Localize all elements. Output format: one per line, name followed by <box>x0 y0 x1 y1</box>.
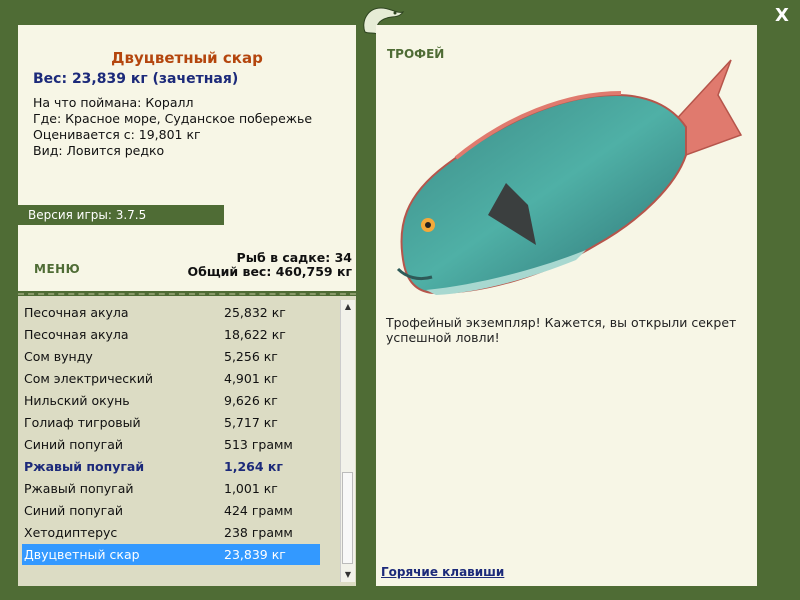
list-scrollbar[interactable]: ▲ ▼ <box>340 300 355 582</box>
fish-weight-value: 1,264 кг <box>224 459 283 474</box>
fish-weight-value: 4,901 кг <box>224 371 278 386</box>
fish-weight-value: 1,001 кг <box>224 481 278 496</box>
fish-title: Двуцветный скар <box>111 49 263 67</box>
menu-button[interactable]: МЕНЮ <box>34 262 80 276</box>
trophy-panel: ТРОФЕЙ Трофейный экземпляр! Кажется, вы … <box>376 25 757 586</box>
fish-name: Синий попугай <box>24 503 123 518</box>
list-item[interactable]: Ржавый попугай 1,001 кг <box>22 478 320 499</box>
scroll-down-icon[interactable]: ▼ <box>341 568 355 582</box>
fish-name: Нильский окунь <box>24 393 130 408</box>
trophy-description: Трофейный экземпляр! Кажется, вы открыли… <box>386 315 737 345</box>
list-item[interactable]: Голиаф тигровый 5,717 кг <box>22 412 320 433</box>
fish-name: Синий попугай <box>24 437 123 452</box>
fish-weight-value: 25,832 кг <box>224 305 286 320</box>
fish-weight-value: 424 грамм <box>224 503 293 518</box>
total-weight: Общий вес: 460,759 кг <box>187 264 353 279</box>
list-item[interactable]: Нильский окунь 9,626 кг <box>22 390 320 411</box>
list-item[interactable]: Песочная акула 18,622 кг <box>22 324 320 345</box>
fish-name: Сом вунду <box>24 349 93 364</box>
fish-bait: На что поймана: Коралл <box>33 95 194 110</box>
fish-info-panel: Двуцветный скар Вес: 23,839 кг (зачетная… <box>18 25 356 295</box>
scroll-up-icon[interactable]: ▲ <box>341 300 355 314</box>
list-item[interactable]: Двуцветный скар 23,839 кг <box>22 544 320 565</box>
fish-name: Песочная акула <box>24 327 129 342</box>
fish-name: Песочная акула <box>24 305 129 320</box>
fish-weight-value: 18,622 кг <box>224 327 286 342</box>
fish-weight-value: 5,717 кг <box>224 415 278 430</box>
fish-weight-value: 513 грамм <box>224 437 293 452</box>
list-item[interactable]: Сом электрический 4,901 кг <box>22 368 320 389</box>
list-item[interactable]: Хетодиптерус 238 грамм <box>22 522 320 543</box>
list-item[interactable]: Ржавый попугай 1,264 кг <box>22 456 320 477</box>
game-window: X Двуцветный скар Вес: 23,839 кг (зачетн… <box>0 0 800 600</box>
list-item[interactable]: Синий попугай 513 грамм <box>22 434 320 455</box>
fish-weight-value: 9,626 кг <box>224 393 278 408</box>
keepnet-stats: Рыб в садке: 34 Общий вес: 460,759 кг <box>188 251 353 279</box>
fish-name: Ржавый попугай <box>24 459 145 474</box>
fish-weight-value: 5,256 кг <box>224 349 278 364</box>
fish-name: Голиаф тигровый <box>24 415 141 430</box>
fish-place: Где: Красное море, Суданское побережье <box>33 111 313 126</box>
list-item[interactable]: Сом вунду 5,256 кг <box>22 346 320 367</box>
catch-list: Песочная акула 25,832 кг Песочная акула 18,… <box>18 296 356 586</box>
fish-weight-value: 238 грамм <box>224 525 293 540</box>
fish-weight-value: 23,839 кг <box>224 547 286 562</box>
divider <box>18 293 356 295</box>
fish-count: Рыб в садке: 34 <box>236 250 352 265</box>
close-button[interactable]: X <box>772 6 792 26</box>
fish-valued-from: Оценивается с: 19,801 кг <box>33 127 201 142</box>
fish-name: Хетодиптерус <box>24 525 118 540</box>
hotkeys-link[interactable]: Горячие клавиши <box>381 565 504 579</box>
fish-kind: Вид: Ловится редко <box>33 143 165 158</box>
fish-image <box>396 59 743 295</box>
fish-name: Сом электрический <box>24 371 153 386</box>
fish-weight: Вес: 23,839 кг (зачетная) <box>33 71 239 87</box>
fish-name: Ржавый попугай <box>24 481 134 496</box>
scroll-thumb[interactable] <box>342 472 353 564</box>
game-version: Версия игры: 3.7.5 <box>18 205 224 225</box>
list-item[interactable]: Песочная акула 25,832 кг <box>22 302 320 323</box>
list-item[interactable]: Синий попугай 424 грамм <box>22 500 320 521</box>
fish-name: Двуцветный скар <box>24 547 140 562</box>
